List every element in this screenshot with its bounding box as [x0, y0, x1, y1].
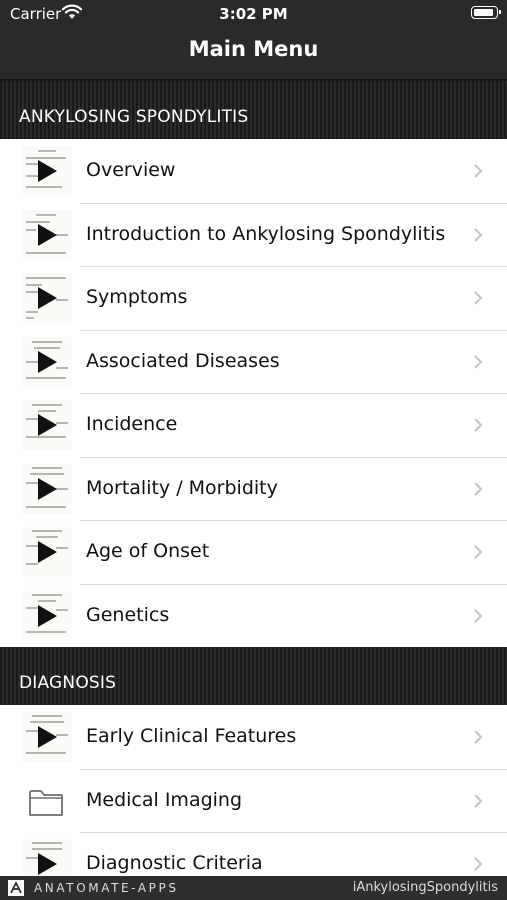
- video-thumbnail-icon: [22, 527, 72, 577]
- menu-item-associated-diseases[interactable]: Associated Diseases: [0, 329, 507, 393]
- menu-item-label: Associated Diseases: [86, 349, 280, 372]
- battery-icon: [471, 6, 501, 19]
- folder-icon: [29, 789, 63, 816]
- menu-item-label: Overview: [86, 159, 176, 181]
- chevron-right-icon: [474, 354, 483, 369]
- menu-item-early-clinical-features[interactable]: Early Clinical Features: [0, 705, 507, 769]
- video-thumbnail-icon: [22, 712, 72, 762]
- menu-item-mortality-morbidity[interactable]: Mortality / Morbidity: [0, 456, 507, 520]
- chevron-right-icon: [474, 291, 483, 305]
- menu-item-label: Medical Imaging: [86, 788, 243, 811]
- menu-item-incidence[interactable]: Incidence: [0, 393, 507, 457]
- menu-item-label: Mortality / Morbidity: [86, 476, 278, 499]
- video-thumbnail-icon: [22, 209, 72, 260]
- footer-brand: ANATOMATE-APPS: [34, 881, 179, 895]
- menu-item-medical-imaging[interactable]: Medical Imaging: [0, 768, 507, 832]
- app-screen: Carrier 3:02 PM Main Menu ANKYLOSING SPO…: [0, 0, 507, 900]
- footer-app-name: iAnkylosingSpondylitis: [352, 880, 498, 895]
- menu-item-label: Introduction to Ankylosing Spondylitis: [86, 222, 446, 245]
- footer-bar: ANATOMATE-APPS iAnkylosingSpondylitis: [0, 876, 507, 900]
- menu-item-symptoms[interactable]: Symptoms: [0, 266, 507, 330]
- video-thumbnail-icon: [22, 336, 72, 387]
- page-title: Main Menu: [188, 37, 319, 61]
- video-thumbnail-icon: [22, 273, 72, 323]
- section-header-label: DIAGNOSIS: [19, 673, 117, 693]
- menu-item-label: Genetics: [86, 603, 170, 626]
- chevron-right-icon: [474, 418, 483, 432]
- section-header-ankylosing-spondylitis: ANKYLOSING SPONDYLITIS: [0, 81, 507, 139]
- video-thumbnail-icon: [22, 590, 72, 641]
- menu-item-age-of-onset[interactable]: Age of Onset: [0, 520, 507, 584]
- navigation-bar: Carrier 3:02 PM Main Menu: [0, 0, 507, 80]
- chevron-right-icon: [474, 608, 483, 623]
- video-thumbnail-icon: [22, 463, 72, 514]
- status-bar: Carrier 3:02 PM: [0, 0, 507, 28]
- chevron-right-icon: [474, 793, 483, 808]
- status-time: 3:02 PM: [219, 5, 288, 23]
- menu-item-label: Symptoms: [86, 286, 188, 308]
- chevron-right-icon: [474, 857, 483, 871]
- menu-item-introduction[interactable]: Introduction to Ankylosing Spondylitis: [0, 202, 507, 266]
- menu-item-label: Age of Onset: [86, 540, 210, 562]
- menu-list-diagnosis: Early Clinical Features Medical Imaging …: [0, 705, 507, 896]
- chevron-right-icon: [474, 227, 483, 242]
- anatomate-logo-icon: [8, 880, 24, 896]
- chevron-right-icon: [474, 164, 483, 178]
- menu-list-ankylosing-spondylitis: Overview Introduction to Ankylosing Spon…: [0, 139, 507, 647]
- chevron-right-icon: [474, 481, 483, 496]
- menu-item-label: Early Clinical Features: [86, 725, 297, 747]
- menu-item-genetics[interactable]: Genetics: [0, 583, 507, 647]
- video-thumbnail-icon: [22, 146, 72, 196]
- chevron-right-icon: [474, 730, 483, 744]
- video-thumbnail-icon: [22, 400, 72, 450]
- section-header-diagnosis: DIAGNOSIS: [0, 647, 507, 705]
- menu-item-label: Incidence: [86, 413, 178, 435]
- chevron-right-icon: [474, 545, 483, 559]
- menu-item-overview[interactable]: Overview: [0, 139, 507, 203]
- section-header-label: ANKYLOSING SPONDYLITIS: [19, 107, 249, 127]
